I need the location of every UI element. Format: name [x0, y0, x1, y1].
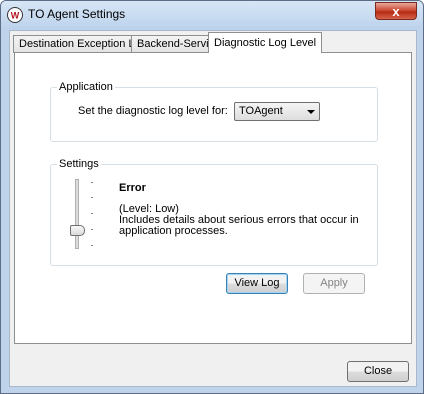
- application-group: Application Set the diagnostic log level…: [50, 81, 378, 142]
- tab-diagnostic-log-level[interactable]: Diagnostic Log Level: [208, 32, 323, 53]
- tab-label: Diagnostic Log Level: [214, 37, 317, 49]
- log-level-prompt: Set the diagnostic log level for:: [78, 105, 228, 117]
- slider-tick: [91, 213, 93, 214]
- slider-tick: [91, 182, 93, 183]
- application-select[interactable]: TOAgent: [234, 102, 320, 121]
- log-level-slider-track[interactable]: [75, 179, 79, 249]
- apply-button[interactable]: Apply: [303, 273, 365, 294]
- window-title: TO Agent Settings: [28, 7, 126, 21]
- settings-group-legend: Settings: [57, 158, 101, 170]
- title-bar[interactable]: W TO Agent Settings x: [1, 1, 423, 29]
- slider-tick: [91, 197, 93, 198]
- close-icon[interactable]: x: [375, 2, 417, 20]
- slider-tick: [91, 245, 93, 246]
- level-name: Error: [119, 182, 146, 194]
- settings-window: W TO Agent Settings x Destination Except…: [0, 0, 424, 394]
- application-select-value: TOAgent: [239, 105, 283, 117]
- log-level-slider-thumb[interactable]: [70, 225, 85, 236]
- view-log-button[interactable]: View Log: [226, 273, 288, 294]
- level-description-line2: application processes.: [119, 225, 228, 237]
- tab-label: Destination Exception List: [19, 38, 146, 50]
- dialog-client-area: Destination Exception List Backend-Servi…: [9, 30, 417, 387]
- slider-tick: [91, 229, 93, 230]
- watchguard-logo-icon: W: [7, 7, 23, 23]
- chevron-down-icon: [307, 110, 315, 114]
- application-group-legend: Application: [57, 81, 115, 93]
- settings-group: Settings Error (Level: Low) Includes det…: [50, 158, 378, 266]
- svg-text:W: W: [11, 11, 20, 21]
- close-button[interactable]: Close: [347, 361, 409, 382]
- tab-panel-diagnostic-log-level: Application Set the diagnostic log level…: [14, 52, 412, 344]
